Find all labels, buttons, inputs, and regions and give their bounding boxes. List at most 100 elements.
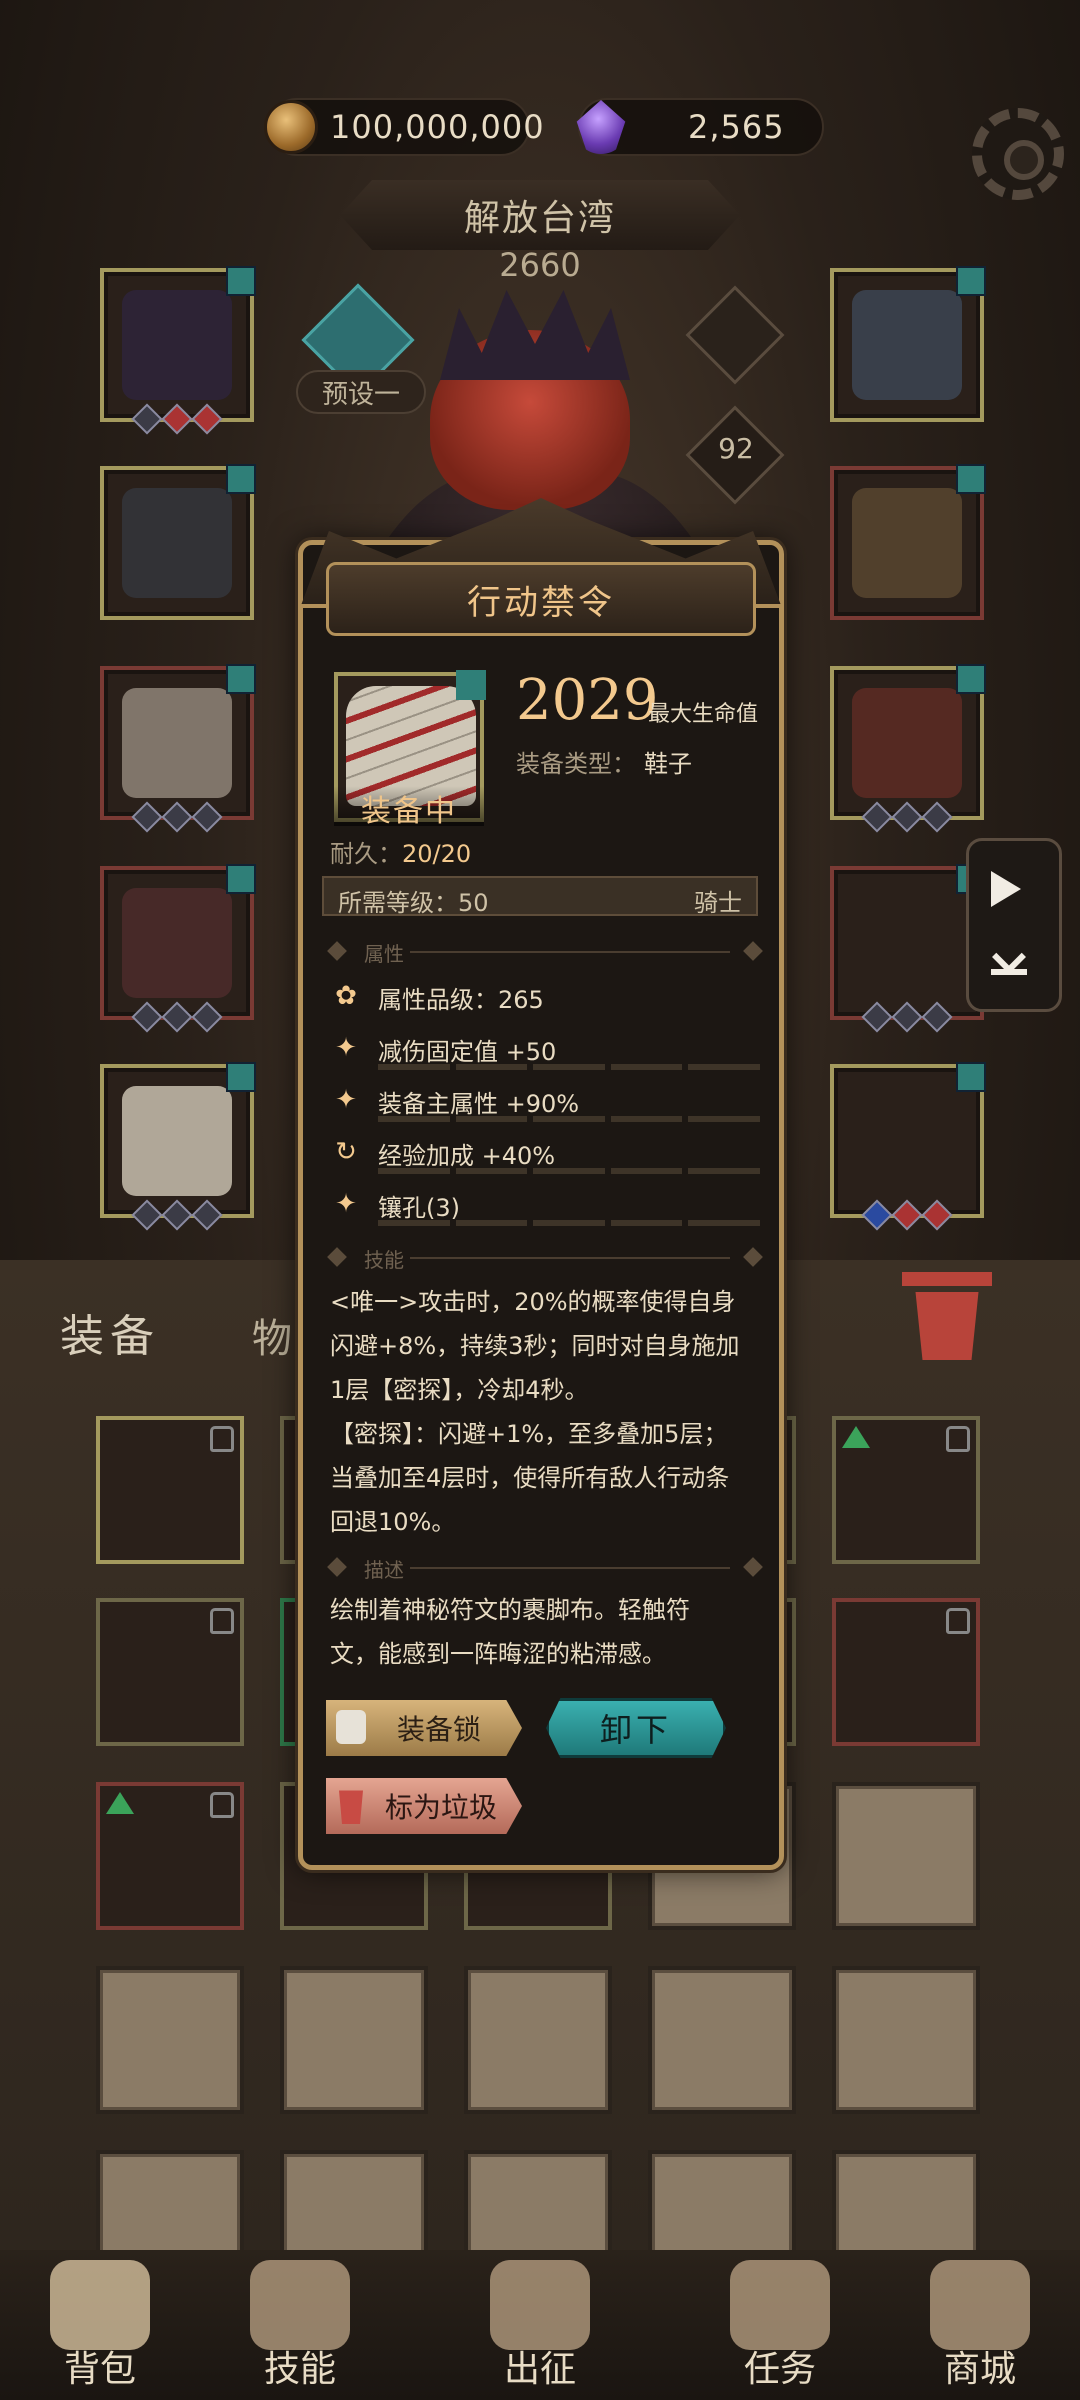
- inventory-slot-empty[interactable]: [280, 1966, 428, 2114]
- slot-tag: [226, 864, 256, 894]
- lock-icon: [946, 1426, 970, 1452]
- nav-shop[interactable]: 商城: [880, 2250, 1080, 2400]
- hero-title: 解放台湾: [463, 198, 616, 239]
- slot-tag: [226, 464, 256, 494]
- slot-tag: [226, 266, 256, 296]
- gold-coin-icon: [264, 100, 318, 154]
- skill-line: 回退10%。: [330, 1508, 456, 1536]
- inventory-item[interactable]: [96, 1598, 244, 1746]
- tab-equipment[interactable]: 装备: [60, 1300, 160, 1364]
- equipped-badge: 装备中: [334, 786, 484, 829]
- attr-bars: [378, 1116, 760, 1122]
- inventory-item[interactable]: [96, 1416, 244, 1564]
- scroll-icon: [730, 2260, 830, 2350]
- equip-slot-pants[interactable]: [100, 864, 256, 1033]
- play-icon[interactable]: [991, 871, 1021, 907]
- expand-icon[interactable]: [991, 945, 1027, 975]
- backpack-icon: [50, 2260, 150, 2350]
- socket-row: [834, 1199, 980, 1231]
- socket-row: [104, 801, 250, 833]
- equip-slot-shield[interactable]: [830, 464, 986, 620]
- socket-row: [104, 1199, 250, 1231]
- divider-line: [410, 951, 730, 953]
- equip-slot-empty-1[interactable]: [830, 864, 986, 1033]
- combat-power: 2660: [499, 246, 581, 284]
- auto-battle-drawer[interactable]: [966, 838, 1062, 1012]
- nav-backpack[interactable]: 背包: [0, 2250, 200, 2400]
- equipment-lock-button[interactable]: 装备锁: [326, 1700, 522, 1756]
- skill-description: <唯一>攻击时，20%的概率使得自身 闪避+8%，持续3秒；同时对自身施加 1层…: [330, 1280, 766, 1544]
- nav-skills[interactable]: 技能: [200, 2250, 400, 2400]
- skill-line: 当叠加至4层时，使得所有敌人行动条: [330, 1464, 730, 1492]
- ring-icon: [852, 688, 962, 798]
- divider-line: [410, 1257, 730, 1259]
- divider-line: [410, 1567, 730, 1569]
- gem-counter: 2,565: [576, 98, 824, 156]
- item-name: 行动禁令: [467, 582, 615, 623]
- purple-gem-icon: [576, 100, 626, 154]
- divider-diamond: [327, 941, 347, 961]
- attr-text: 装备主属性 +90%: [378, 1090, 580, 1118]
- gem-amount: 2,565: [688, 108, 785, 146]
- socket-row: [834, 801, 980, 833]
- attr-text: 镶孔(3): [378, 1194, 460, 1222]
- nav-label: 技能: [263, 2349, 336, 2390]
- settings-gear-icon[interactable]: [972, 108, 1064, 200]
- padlock-icon: [336, 1710, 366, 1744]
- skill-line: 闪避+8%，持续3秒；同时对自身施加: [330, 1332, 740, 1360]
- section-title: 技能: [364, 1248, 404, 1272]
- attr-bars: [378, 1064, 760, 1070]
- equip-slot-armor[interactable]: [100, 464, 256, 620]
- inventory-slot-empty[interactable]: [96, 1966, 244, 2114]
- gauntlet-icon: [122, 688, 232, 798]
- equip-slot-empty-2[interactable]: [830, 1062, 986, 1231]
- skill-line: <唯一>攻击时，20%的概率使得自身: [330, 1288, 736, 1316]
- section-title: 属性: [364, 942, 404, 966]
- slot-tag: [956, 664, 986, 694]
- nav-quests[interactable]: 任务: [680, 2250, 880, 2400]
- durability-label: 耐久：: [330, 840, 402, 868]
- card-title-bar: 行动禁令: [326, 562, 756, 636]
- divider-diamond: [327, 1557, 347, 1577]
- item-type-label: 装备类型：: [516, 750, 636, 778]
- inventory-item[interactable]: [832, 1598, 980, 1746]
- armor-icon: [122, 488, 232, 598]
- nav-battle[interactable]: 出征: [440, 2250, 640, 2400]
- lock-icon: [210, 1792, 234, 1818]
- equip-slot-boots[interactable]: [100, 1062, 256, 1231]
- item-flavor-text: 绘制着神秘符文的裹脚布。轻触符 文，能感到一阵晦涩的粘滞感。: [330, 1588, 766, 1676]
- slot-tag: [456, 670, 486, 700]
- nav-label: 商城: [943, 2349, 1016, 2390]
- mark-as-junk-button[interactable]: 标为垃圾: [326, 1778, 522, 1834]
- skill-icon: [250, 2260, 350, 2350]
- preset-button[interactable]: 预设一: [296, 370, 426, 414]
- class-icon[interactable]: [685, 285, 785, 385]
- required-class: 骑士: [694, 889, 742, 917]
- hero-level: 92: [718, 432, 754, 465]
- bottom-navigation: 背包 技能 出征 任务 商城: [0, 2250, 1080, 2400]
- refresh-icon: ↻: [335, 1137, 357, 1167]
- equip-slot-helmet[interactable]: [100, 266, 256, 435]
- sparkle-icon: ✦: [335, 1189, 357, 1219]
- button-label: 装备锁: [396, 1713, 481, 1746]
- flavor-line: 绘制着神秘符文的裹脚布。轻触符: [330, 1596, 690, 1624]
- unequip-button[interactable]: 卸下: [546, 1698, 726, 1758]
- hero-title-banner: 解放台湾: [340, 180, 740, 250]
- skill-line: 1层【密探】，冷却4秒。: [330, 1376, 589, 1404]
- equip-slot-amulet[interactable]: [830, 266, 986, 422]
- inventory-item[interactable]: [96, 1782, 244, 1930]
- inventory-item[interactable]: [832, 1416, 980, 1564]
- shop-icon: [930, 2260, 1030, 2350]
- crown-icon: [122, 290, 232, 400]
- inventory-slot-empty[interactable]: [832, 1782, 980, 1930]
- boots-icon: [122, 1086, 232, 1196]
- attr-row: ✦ 镶孔(3): [330, 1186, 760, 1226]
- inventory-slot-empty[interactable]: [832, 1966, 980, 2114]
- equip-slot-gloves[interactable]: [100, 664, 256, 833]
- inventory-slot-empty[interactable]: [648, 1966, 796, 2114]
- equip-slot-ring[interactable]: [830, 664, 986, 833]
- trash-bin-icon[interactable]: [915, 1292, 979, 1360]
- section-skill: 技能: [327, 1247, 763, 1272]
- skill-line: 【密探】：闪避+1%，至多叠加5层；: [330, 1420, 728, 1448]
- inventory-slot-empty[interactable]: [464, 1966, 612, 2114]
